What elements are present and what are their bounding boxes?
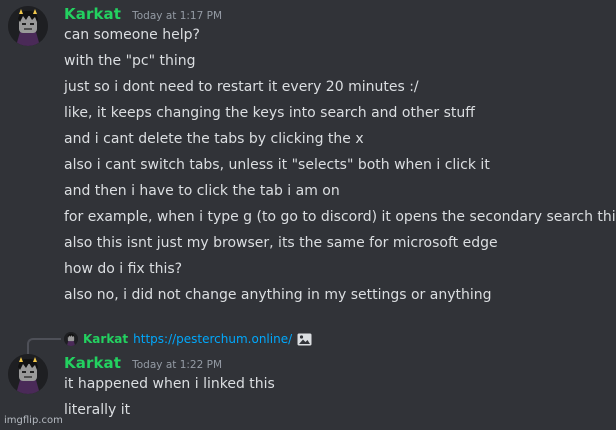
troll-avatar-icon	[8, 354, 48, 394]
message-line: with the "pc" thing	[64, 53, 196, 69]
message-line: can someone help?	[64, 27, 200, 43]
message-line: and i cant delete the tabs by clicking t…	[64, 131, 364, 147]
message-content: can someone help? with the "pc" thing ju…	[64, 22, 616, 308]
message-line: it happened when i linked this	[64, 376, 275, 392]
username[interactable]: Karkat	[64, 354, 121, 372]
message-line: literally it	[64, 402, 131, 418]
message-line: like, it keeps changing the keys into se…	[64, 105, 475, 121]
message-content: it happened when i linked this literally…	[64, 371, 610, 423]
timestamp[interactable]: Today at 1:17 PM	[132, 10, 222, 22]
avatar[interactable]	[8, 6, 48, 46]
troll-avatar-icon	[8, 6, 48, 46]
image-icon	[297, 333, 312, 346]
username[interactable]: Karkat	[64, 5, 121, 23]
timestamp[interactable]: Today at 1:22 PM	[132, 359, 222, 371]
reply-preview[interactable]: Karkat https://pesterchum.online/	[64, 330, 312, 348]
reply-username[interactable]: Karkat	[83, 332, 128, 346]
troll-avatar-icon	[64, 332, 78, 346]
message-header: Karkat Today at 1:17 PM	[64, 4, 222, 23]
message-line: also this isnt just my browser, its the …	[64, 235, 498, 251]
message-line: also no, i did not change anything in my…	[64, 287, 492, 303]
message-line: how do i fix this?	[64, 261, 183, 277]
message-header: Karkat Today at 1:22 PM	[64, 353, 222, 372]
imgflip-watermark: imgflip.com	[4, 415, 63, 426]
message-line: also i cant switch tabs, unless it "sele…	[64, 157, 490, 173]
reply-link[interactable]: https://pesterchum.online/	[133, 332, 292, 346]
reply-spine	[27, 338, 61, 354]
message-line: for example, when i type g (to go to dis…	[64, 209, 616, 225]
reply-avatar[interactable]	[64, 332, 78, 346]
message-line: just so i dont need to restart it every …	[64, 79, 419, 95]
message-line: and then i have to click the tab i am on	[64, 183, 340, 199]
avatar[interactable]	[8, 354, 48, 394]
